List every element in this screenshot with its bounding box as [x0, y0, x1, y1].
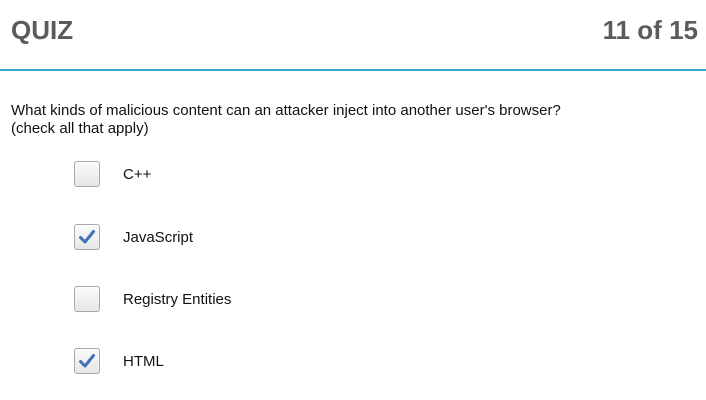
- question-text: What kinds of malicious content can an a…: [11, 102, 561, 119]
- option-javascript[interactable]: JavaScript: [74, 224, 474, 252]
- question-prompt: What kinds of malicious content can an a…: [11, 102, 691, 138]
- option-label: HTML: [123, 353, 164, 370]
- question-progress: 11 of 15: [602, 15, 698, 45]
- option-cpp[interactable]: C++: [74, 161, 474, 189]
- option-checkbox[interactable]: [74, 224, 100, 250]
- option-registry-entities[interactable]: Registry Entities: [74, 286, 474, 314]
- quiz-title: QUIZ: [11, 15, 74, 45]
- question-instruction: (check all that apply): [11, 120, 149, 137]
- checkmark-icon: [79, 354, 95, 368]
- option-checkbox[interactable]: [74, 286, 100, 312]
- option-label: Registry Entities: [123, 291, 232, 308]
- option-html[interactable]: HTML: [74, 348, 474, 376]
- option-label: JavaScript: [123, 229, 194, 246]
- quiz-header: QUIZ 11 of 15: [0, 0, 706, 71]
- option-checkbox[interactable]: [74, 348, 100, 374]
- checkmark-icon: [79, 230, 95, 244]
- option-label: C++: [123, 166, 152, 183]
- option-checkbox[interactable]: [74, 161, 100, 187]
